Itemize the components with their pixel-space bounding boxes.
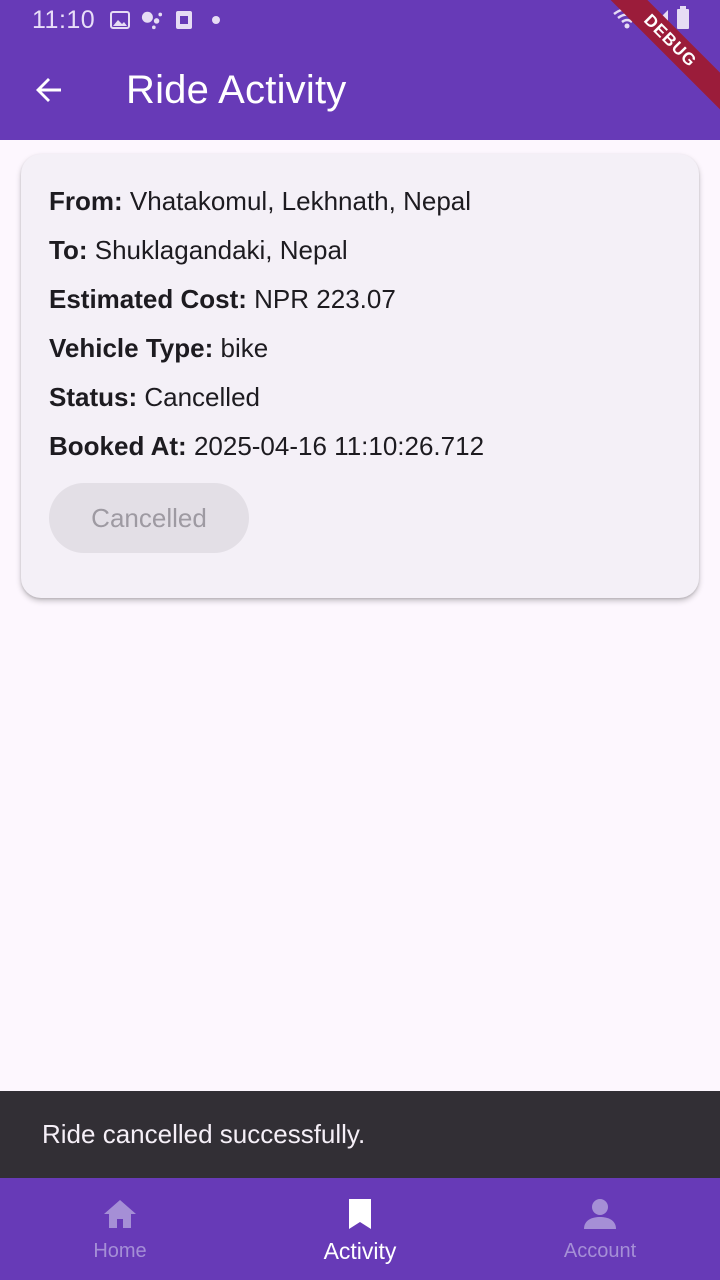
ride-cost-row: Estimated Cost: NPR 223.07 [49, 282, 671, 331]
ride-booked-label: Booked At: [49, 431, 187, 461]
ride-to-row: To: Shuklagandaki, Nepal [49, 233, 671, 282]
ride-card: From: Vhatakomul, Lekhnath, Nepal To: Sh… [21, 154, 699, 598]
bottom-navigation: Home Activity Account [0, 1178, 720, 1280]
status-notification-icons [109, 10, 227, 30]
cancelled-button[interactable]: Cancelled [49, 483, 249, 553]
dot-icon [205, 10, 227, 30]
ride-vehicle-label: Vehicle Type: [49, 333, 214, 363]
sim-icon [173, 10, 195, 30]
nav-label-home: Home [93, 1240, 147, 1262]
ride-status-label: Status: [49, 382, 138, 412]
nav-label-account: Account [563, 1240, 637, 1262]
image-icon [109, 10, 131, 30]
ride-vehicle-value: bike [220, 333, 269, 363]
wifi-icon [612, 6, 642, 35]
person-icon [580, 1194, 620, 1234]
ride-status-value: Cancelled [144, 382, 260, 412]
arrow-back-icon [36, 78, 61, 102]
ride-vehicle-row: Vehicle Type: bike [49, 331, 671, 380]
nav-label-activity: Activity [323, 1238, 397, 1264]
home-icon [100, 1194, 140, 1234]
back-button[interactable] [19, 60, 79, 120]
ride-to-label: To: [49, 235, 88, 265]
nav-item-activity[interactable]: Activity [240, 1178, 480, 1280]
nav-item-account[interactable]: Account [480, 1178, 720, 1280]
status-time: 11:10 [32, 5, 96, 34]
ride-from-label: From: [49, 186, 123, 216]
nav-item-home[interactable]: Home [0, 1178, 240, 1280]
ride-cost-value: NPR 223.07 [254, 284, 396, 314]
ride-from-value: Vhatakomul, Lekhnath, Nepal [129, 186, 472, 216]
ride-booked-value: 2025-04-16 11:10:26.712 [193, 431, 485, 461]
status-system-icons [612, 6, 690, 35]
ride-from-row: From: Vhatakomul, Lekhnath, Nepal [49, 184, 671, 233]
ride-booked-row: Booked At: 2025-04-16 11:10:26.712 [49, 429, 671, 478]
battery-icon [676, 6, 690, 35]
screen: 11:10 Ride Activity DEBUG From: Vhatakom… [0, 0, 720, 1280]
page-title: Ride Activity [126, 67, 347, 112]
signal-icon [648, 6, 670, 35]
ride-status-row: Status: Cancelled [49, 380, 671, 429]
app-bar: Ride Activity [0, 40, 720, 140]
assistant-icon [141, 10, 163, 30]
status-bar: 11:10 [0, 0, 720, 40]
ride-to-value: Shuklagandaki, Nepal [94, 235, 348, 265]
ride-cost-label: Estimated Cost: [49, 284, 247, 314]
snackbar: Ride cancelled successfully. [0, 1091, 720, 1178]
bookmark-icon [340, 1194, 380, 1234]
snackbar-message: Ride cancelled successfully. [42, 1119, 366, 1149]
